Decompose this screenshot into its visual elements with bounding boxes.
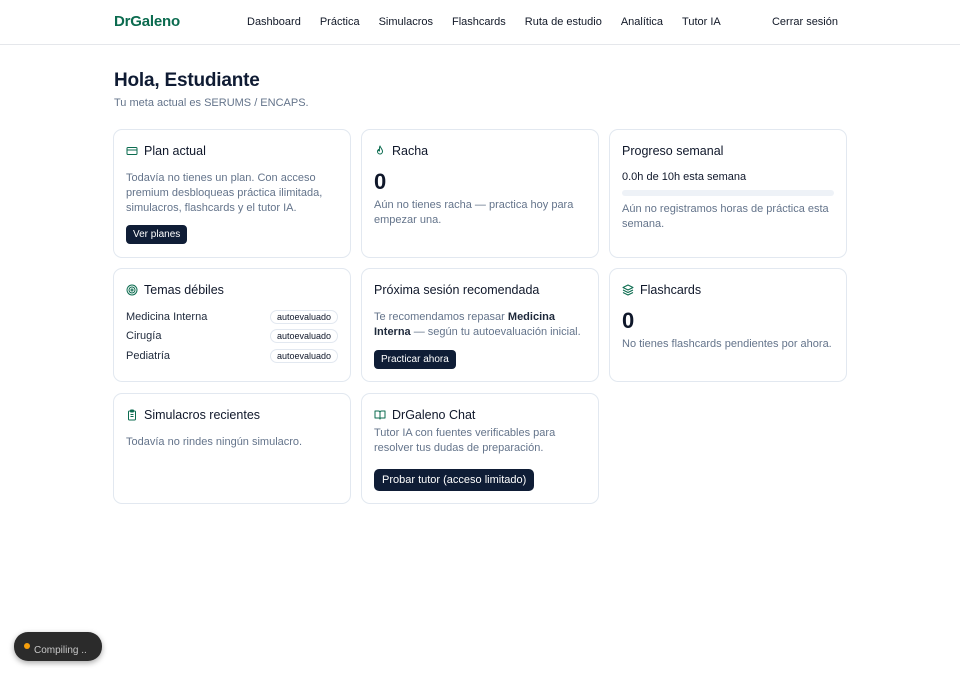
- weak-topics-list: Medicina Interna autoevaluado Cirugía au…: [126, 307, 338, 366]
- next-session-header: Próxima sesión recomendada: [374, 282, 586, 298]
- nav-simulacros[interactable]: Simulacros: [379, 16, 433, 28]
- plan-card-title: Plan actual: [144, 144, 206, 158]
- streak-card: Racha 0 Aún no tienes racha — practica h…: [361, 129, 599, 258]
- weak-topic-name: Medicina Interna: [126, 310, 208, 323]
- nav-ruta-de-estudio[interactable]: Ruta de estudio: [525, 16, 602, 28]
- weekly-text: Aún no registramos horas de práctica est…: [622, 203, 829, 230]
- flashcards-value: 0: [622, 308, 635, 333]
- compiling-toast: Compiling ..: [14, 632, 102, 661]
- try-tutor-button[interactable]: Probar tutor (acceso limitado): [374, 469, 535, 491]
- target-icon: [126, 284, 138, 296]
- next-session-text-before: Te recomendamos repasar: [374, 311, 508, 323]
- plan-card: Plan actual Todavía no tienes un plan. C…: [113, 129, 351, 258]
- next-session-text-after: — según tu autoevaluación inicial.: [410, 326, 581, 338]
- chat-card-title: DrGaleno Chat: [392, 408, 476, 422]
- weekly-card-title: Progreso semanal: [622, 144, 724, 158]
- chat-card-text: Tutor IA con fuentes verificables para r…: [374, 427, 556, 454]
- layers-icon: [622, 284, 634, 296]
- streak-text: Aún no tienes racha — practica hoy para …: [374, 199, 574, 226]
- weak-topic-name: Pediatría: [126, 349, 171, 362]
- recent-exams-header: Simulacros recientes: [126, 407, 338, 423]
- list-item[interactable]: Medicina Interna autoevaluado: [126, 307, 338, 327]
- practice-now-button[interactable]: Practicar ahora: [374, 350, 456, 369]
- status-badge: autoevaluado: [269, 348, 338, 363]
- status-badge: autoevaluado: [269, 329, 338, 344]
- nav-flashcards[interactable]: Flashcards: [452, 16, 506, 28]
- goal-subtitle: Tu meta actual es SERUMS / ENCAPS.: [114, 97, 309, 109]
- book-open-icon: [374, 409, 386, 421]
- streak-value: 0: [374, 169, 387, 194]
- status-badge: autoevaluado: [269, 309, 338, 324]
- flashcards-text: No tienes flashcards pendientes por ahor…: [622, 338, 832, 350]
- nav-dashboard[interactable]: Dashboard: [247, 16, 301, 28]
- view-plans-button[interactable]: Ver planes: [126, 225, 188, 244]
- recent-exams-text: Todavía no rindes ningún simulacro.: [126, 436, 303, 448]
- main-nav: Dashboard Práctica Simulacros Flashcards…: [247, 16, 740, 28]
- credit-card-icon: [126, 145, 138, 157]
- weekly-card-header: Progreso semanal: [622, 143, 834, 159]
- recent-exams-title: Simulacros recientes: [144, 408, 261, 422]
- weak-topics-title: Temas débiles: [144, 283, 224, 297]
- streak-card-header: Racha: [374, 143, 586, 159]
- weekly-hours-label: 0.0h de 10h esta semana: [622, 171, 747, 183]
- top-nav-bar: DrGaleno Dashboard Práctica Simulacros F…: [0, 0, 960, 45]
- recent-exams-card: Simulacros recientes Todavía no rindes n…: [113, 393, 351, 504]
- next-session-text: Te recomendamos repasar Medicina Interna…: [374, 310, 586, 340]
- plan-card-header: Plan actual: [126, 143, 338, 159]
- streak-card-title: Racha: [392, 144, 429, 158]
- weak-topics-header: Temas débiles: [126, 282, 338, 298]
- chat-card: DrGaleno Chat Tutor IA con fuentes verif…: [361, 393, 599, 504]
- nav-tutor-ia[interactable]: Tutor IA: [682, 16, 721, 28]
- list-item[interactable]: Cirugía autoevaluado: [126, 327, 338, 347]
- compiling-text: Compiling ..: [34, 645, 87, 656]
- nav-practica[interactable]: Práctica: [320, 16, 360, 28]
- status-dot-icon: [24, 643, 30, 649]
- brand-logo[interactable]: DrGaleno: [114, 13, 180, 30]
- chat-card-header: DrGaleno Chat: [374, 407, 586, 423]
- weekly-progress-bar: [622, 190, 834, 196]
- weekly-progress-card: Progreso semanal 0.0h de 10h esta semana…: [609, 129, 847, 258]
- clipboard-icon: [126, 409, 138, 421]
- next-session-title: Próxima sesión recomendada: [374, 283, 540, 297]
- nav-analitica[interactable]: Analítica: [621, 16, 663, 28]
- flashcards-title: Flashcards: [640, 283, 702, 297]
- flashcards-card: Flashcards 0 No tienes flashcards pendie…: [609, 268, 847, 382]
- list-item[interactable]: Pediatría autoevaluado: [126, 346, 338, 366]
- page-title: Hola, Estudiante: [114, 70, 260, 91]
- plan-card-text: Todavía no tienes un plan. Con acceso pr…: [126, 172, 323, 214]
- next-session-card: Próxima sesión recomendada Te recomendam…: [361, 268, 599, 382]
- flashcards-header: Flashcards: [622, 282, 834, 298]
- flame-icon: [374, 145, 386, 157]
- logout-button[interactable]: Cerrar sesión: [772, 16, 838, 28]
- weak-topics-card: Temas débiles Medicina Interna autoevalu…: [113, 268, 351, 382]
- weak-topic-name: Cirugía: [126, 330, 162, 343]
